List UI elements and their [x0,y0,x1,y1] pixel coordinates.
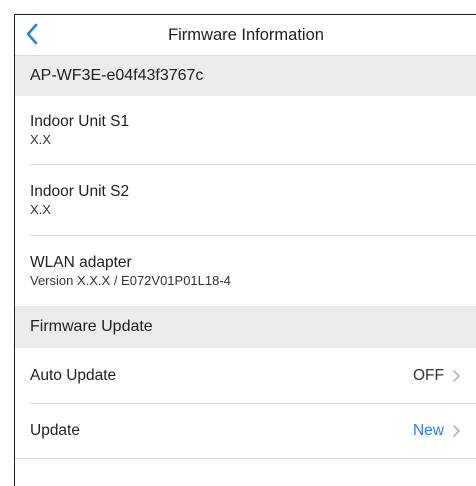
chevron-left-icon [26,23,38,45]
back-button[interactable] [19,21,45,47]
indoor-unit-s2-item: Indoor Unit S2 X.X [15,165,476,235]
wlan-adapter-item: WLAN adapter Version X.X.X / E072V01P01L… [15,236,476,306]
firmware-update-section-header: Firmware Update [15,306,476,348]
chevron-right-icon [452,369,461,383]
auto-update-row[interactable]: Auto Update OFF [15,348,476,403]
firmware-information-screen: Firmware Information AP-WF3E-e04f43f3767… [14,14,476,486]
auto-update-value: OFF [413,366,444,384]
indoor-unit-s1-version: X.X [30,132,51,147]
update-row[interactable]: Update New [15,404,476,458]
update-label: Update [30,422,80,439]
auto-update-label: Auto Update [30,366,117,384]
page-title: Firmware Information [168,25,324,44]
indoor-unit-s1-label: Indoor Unit S1 [30,113,130,130]
device-name-header: AP-WF3E-e04f43f3767c [15,55,476,96]
divider [15,458,476,459]
wlan-adapter-version: Version X.X.X / E072V01P01L18-4 [30,273,231,288]
indoor-unit-s2-label: Indoor Unit S2 [30,183,130,200]
navigation-bar: Firmware Information [15,15,476,55]
indoor-unit-s1-item: Indoor Unit S1 X.X [15,96,476,164]
update-status-value: New [412,422,444,439]
chevron-right-icon [452,424,461,438]
indoor-unit-s2-version: X.X [30,202,51,217]
wlan-adapter-label: WLAN adapter [30,254,132,271]
